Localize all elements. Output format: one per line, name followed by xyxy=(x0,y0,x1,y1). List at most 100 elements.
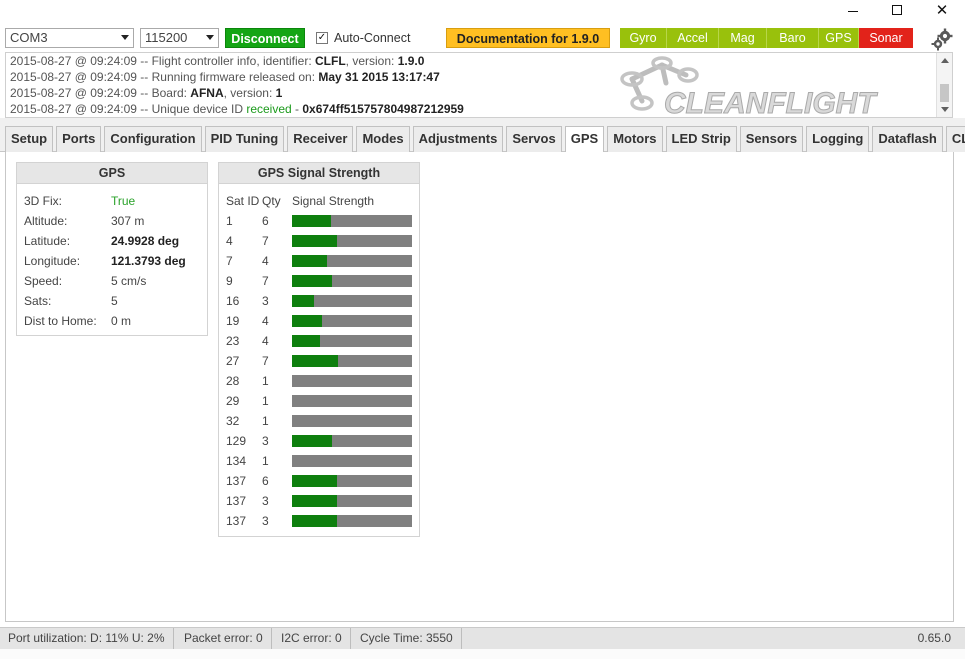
tab-sensors[interactable]: Sensors xyxy=(739,126,804,152)
tab-ports[interactable]: Ports xyxy=(56,126,102,152)
satellite-row: 137 3 xyxy=(219,491,419,511)
tab-receiver[interactable]: Receiver xyxy=(287,126,354,152)
sat-id: 7 xyxy=(226,254,233,268)
i2c-error: I2C error: 0 xyxy=(273,628,351,649)
sensor-badge-accel: Accel xyxy=(667,28,719,48)
sat-qty: 6 xyxy=(262,474,269,488)
status-bar: Port utilization: D: 11% U: 2% Packet er… xyxy=(0,627,965,649)
app-version: 0.65.0 xyxy=(917,631,951,645)
sensor-badge-baro: Baro xyxy=(767,28,819,48)
gps-field-label: Speed: xyxy=(24,274,63,288)
scroll-up-icon[interactable] xyxy=(941,58,949,63)
auto-connect-toggle[interactable]: ✓ Auto-Connect xyxy=(316,31,410,45)
satellite-row: 74 xyxy=(219,251,419,271)
tab-servos[interactable]: Servos xyxy=(506,126,562,152)
sat-id: 137 xyxy=(226,474,247,488)
tab-gps[interactable]: GPS xyxy=(564,126,605,153)
maximize-icon xyxy=(892,5,902,15)
chevron-down-icon xyxy=(206,35,214,40)
signal-strength-fill xyxy=(292,315,322,327)
signal-strength-bar xyxy=(292,215,412,227)
sat-qty: 3 xyxy=(262,294,269,308)
satellite-row: 19 4 xyxy=(219,311,419,331)
tab-setup[interactable]: Setup xyxy=(5,126,54,152)
close-icon: ✕ xyxy=(935,2,949,19)
sat-id: 137 xyxy=(226,494,247,508)
gps-field-label: Dist to Home: xyxy=(24,314,97,328)
sat-id: 4 xyxy=(226,234,233,248)
sat-id: 27 xyxy=(226,354,240,368)
tab-cli[interactable]: CLI xyxy=(945,126,965,152)
signal-strength-bar xyxy=(292,455,412,467)
connection-header: COM3 115200 Disconnect ✓ Auto-Connect Do… xyxy=(0,22,965,52)
tab-adjustments[interactable]: Adjustments xyxy=(412,126,504,152)
tab-dataflash[interactable]: Dataflash xyxy=(872,126,943,152)
port-select[interactable]: COM3 xyxy=(5,28,134,48)
tab-logging[interactable]: Logging xyxy=(806,126,870,152)
sensor-badge-mag: Mag xyxy=(719,28,767,48)
svg-text:CLEANFLIGHT: CLEANFLIGHT xyxy=(664,87,878,117)
signal-strength-fill xyxy=(292,295,314,307)
satellite-row: 47 xyxy=(219,231,419,251)
gps-field-label: 3D Fix: xyxy=(24,194,63,208)
satellite-row: 97 xyxy=(219,271,419,291)
sat-qty: 4 xyxy=(262,254,269,268)
signal-strength-bar xyxy=(292,235,412,247)
sat-id-header: Sat ID xyxy=(226,194,260,208)
signal-strength-fill xyxy=(292,335,320,347)
gps-field-label: Altitude: xyxy=(24,214,68,228)
baud-select[interactable]: 115200 xyxy=(140,28,219,48)
sat-id: 28 xyxy=(226,374,240,388)
scroll-thumb[interactable] xyxy=(940,84,949,102)
auto-connect-checkbox[interactable]: ✓ xyxy=(316,32,328,44)
packet-error: Packet error: 0 xyxy=(176,628,272,649)
sat-id: 9 xyxy=(226,274,233,288)
sat-qty: 1 xyxy=(262,394,269,408)
satellite-row: 129 3 xyxy=(219,431,419,451)
disconnect-button[interactable]: Disconnect xyxy=(225,28,305,48)
signal-strength-fill xyxy=(292,215,331,227)
satellite-row: 16 xyxy=(219,211,419,231)
signal-strength-bar xyxy=(292,435,412,447)
sat-qty: 4 xyxy=(262,334,269,348)
tab-led-strip[interactable]: LED Strip xyxy=(665,126,737,152)
tab-motors[interactable]: Motors xyxy=(607,126,663,152)
signal-strength-bar xyxy=(292,315,412,327)
signal-strength-fill xyxy=(292,235,337,247)
sat-id: 23 xyxy=(226,334,240,348)
window-title-bar: ✕ xyxy=(0,0,965,22)
sat-id: 134 xyxy=(226,454,247,468)
signal-strength-bar xyxy=(292,295,412,307)
signal-panel-title: GPS Signal Strength xyxy=(219,163,419,184)
sensor-status-bar: Gyro Accel Mag Baro GPS Sonar xyxy=(620,28,913,48)
sat-qty: 7 xyxy=(262,234,269,248)
sat-qty: 7 xyxy=(262,274,269,288)
tab-configuration[interactable]: Configuration xyxy=(104,126,202,152)
sat-qty: 1 xyxy=(262,414,269,428)
signal-strength-fill xyxy=(292,495,337,507)
sat-qty: 1 xyxy=(262,374,269,388)
tab-modes[interactable]: Modes xyxy=(356,126,410,152)
sensor-badge-sonar: Sonar xyxy=(859,28,913,48)
minimize-button[interactable] xyxy=(830,0,876,20)
signal-strength-bar xyxy=(292,275,412,287)
gps-panel-title: GPS xyxy=(17,163,207,184)
log-scrollbar[interactable] xyxy=(936,53,952,117)
satellite-row: 27 7 xyxy=(219,351,419,371)
sensor-badge-gps: GPS xyxy=(819,28,859,48)
window-bottom-edge xyxy=(0,649,965,659)
scroll-down-icon[interactable] xyxy=(941,107,949,112)
tab-pid-tuning[interactable]: PID Tuning xyxy=(204,126,285,152)
cycle-time: Cycle Time: 3550 xyxy=(352,628,462,649)
cleanflight-logo: CLEANFLIGHT xyxy=(620,56,879,117)
baud-select-value: 115200 xyxy=(145,30,188,45)
maximize-button[interactable] xyxy=(874,0,920,20)
sat-id: 16 xyxy=(226,294,240,308)
sat-id: 32 xyxy=(226,414,240,428)
gps-field-value: 121.3793 deg xyxy=(111,254,186,268)
port-utilization: Port utilization: D: 11% U: 2% xyxy=(0,628,174,649)
sat-id: 129 xyxy=(226,434,247,448)
close-button[interactable]: ✕ xyxy=(919,0,965,20)
documentation-button[interactable]: Documentation for 1.9.0 xyxy=(446,28,610,48)
gear-icon[interactable] xyxy=(931,27,955,51)
